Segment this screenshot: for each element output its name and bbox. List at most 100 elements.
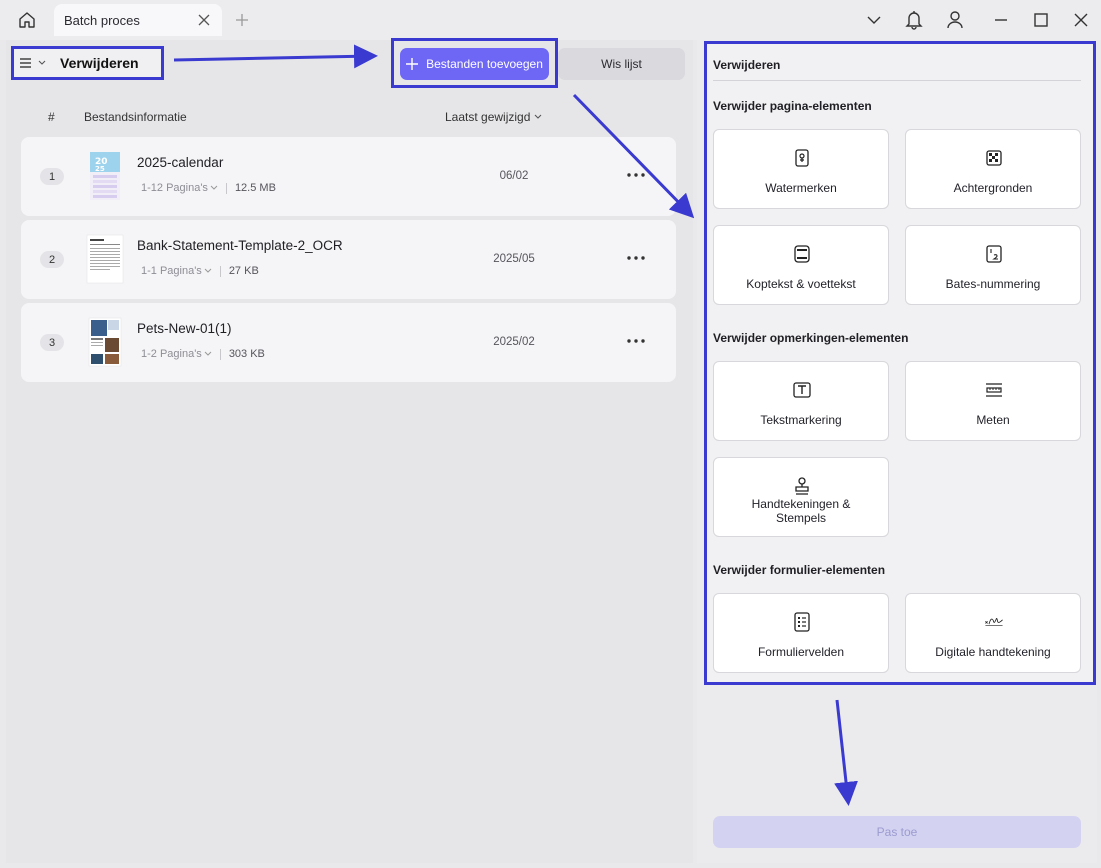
page-range-select[interactable]: 1-2 Pagina's xyxy=(141,348,202,360)
maximize-icon xyxy=(1034,13,1048,27)
file-size: 27 KB xyxy=(228,265,259,277)
background-icon xyxy=(984,148,1004,168)
option-bates-numbering[interactable]: Bates-nummering xyxy=(905,225,1081,305)
home-icon xyxy=(19,12,35,28)
more-icon xyxy=(627,339,645,343)
user-icon xyxy=(947,11,963,29)
page-range-select[interactable]: 1-1 Pagina's xyxy=(141,265,202,277)
row-number: 2 xyxy=(40,251,64,268)
tab-batch-process[interactable]: Batch proces xyxy=(54,4,222,36)
close-icon xyxy=(1074,13,1088,27)
apply-button[interactable]: Pas toe xyxy=(713,816,1081,848)
option-text-markup[interactable]: Tekstmarkering xyxy=(713,361,889,441)
option-watermarks[interactable]: Watermerken xyxy=(713,129,889,209)
file-date: 2025/05 xyxy=(493,253,535,265)
file-size: 303 KB xyxy=(228,348,265,360)
dropdown-button[interactable] xyxy=(863,9,885,31)
file-date: 06/02 xyxy=(499,170,529,182)
option-label: Achtergronden xyxy=(953,181,1033,195)
form-fields-icon xyxy=(792,612,812,632)
section-title-annotation-elements: Verwijder opmerkingen-elementen xyxy=(713,331,909,345)
watermark-icon xyxy=(792,148,812,168)
option-label: Koptekst & voettekst xyxy=(746,277,856,291)
more-icon xyxy=(627,256,645,260)
column-header-number: # xyxy=(48,110,55,124)
tab-close-button[interactable] xyxy=(196,12,212,28)
column-header-modified-label: Laatst gewijzigd xyxy=(445,110,531,124)
chevron-down-icon xyxy=(204,268,212,273)
menu-icon xyxy=(20,58,31,68)
chevron-down-icon xyxy=(867,16,881,24)
apply-label: Pas toe xyxy=(876,825,918,839)
minimize-icon xyxy=(995,19,1007,21)
measure-icon xyxy=(984,380,1004,400)
chevron-down-icon xyxy=(38,60,46,65)
chevron-down-icon xyxy=(535,114,542,119)
clear-list-label: Wis lijst xyxy=(601,57,642,71)
header-footer-icon xyxy=(792,244,812,264)
option-header-footer[interactable]: Koptekst & voettekst xyxy=(713,225,889,305)
option-signatures-stamps[interactable]: Handtekeningen & Stempels xyxy=(713,457,889,537)
file-date: 2025/02 xyxy=(493,336,535,348)
plus-icon xyxy=(406,58,419,70)
panel-title: Verwijderen xyxy=(713,58,781,72)
option-label: Handtekeningen & Stempels xyxy=(751,497,851,525)
close-icon xyxy=(198,14,210,26)
close-window-button[interactable] xyxy=(1070,9,1092,31)
text-markup-icon xyxy=(792,380,812,400)
stamp-icon xyxy=(792,476,812,496)
more-icon xyxy=(627,173,645,177)
option-label: Tekstmarkering xyxy=(760,413,842,427)
file-meta: 1-1 Pagina's 27 KB xyxy=(141,265,259,277)
row-number: 3 xyxy=(40,334,64,351)
bates-numbering-icon xyxy=(984,244,1004,264)
file-name: 2025-calendar xyxy=(137,155,224,170)
tab-title: Batch proces xyxy=(64,12,140,28)
option-label: Digitale handtekening xyxy=(935,645,1051,659)
svg-text:25: 25 xyxy=(95,165,105,173)
more-options-button[interactable] xyxy=(625,165,647,185)
account-button[interactable] xyxy=(944,9,966,31)
mode-selector[interactable]: Verwijderen xyxy=(11,46,164,80)
option-label: Watermerken xyxy=(765,181,837,195)
option-label: Meten xyxy=(976,413,1010,427)
pets-thumbnail xyxy=(88,317,122,367)
column-header-modified[interactable]: Laatst gewijzigd xyxy=(445,110,542,124)
file-size: 12.5 MB xyxy=(234,182,276,194)
clear-list-button[interactable]: Wis lijst xyxy=(558,48,685,80)
bell-icon xyxy=(905,11,923,30)
more-options-button[interactable] xyxy=(625,248,647,268)
file-name: Bank-Statement-Template-2_OCR xyxy=(137,238,343,253)
file-row[interactable]: 2 Bank-Statement-Template-2_OCR 1-1 Pagi… xyxy=(21,220,676,299)
option-digital-signature[interactable]: Digitale handtekening xyxy=(905,593,1081,673)
file-row[interactable]: 1 20 25 2025-calendar 1-12 Pagina's 12.5… xyxy=(21,137,676,216)
file-name: Pets-New-01(1) xyxy=(137,321,232,336)
bank-statement-thumbnail xyxy=(86,234,124,284)
option-measure[interactable]: Meten xyxy=(905,361,1081,441)
divider xyxy=(713,80,1081,81)
file-meta: 1-2 Pagina's 303 KB xyxy=(141,348,265,360)
page-range-select[interactable]: 1-12 Pagina's xyxy=(141,182,208,194)
mode-title: Verwijderen xyxy=(60,55,139,71)
minimize-button[interactable] xyxy=(990,9,1012,31)
title-bar: Batch proces xyxy=(0,0,1101,40)
option-label: Formuliervelden xyxy=(757,645,845,659)
chevron-down-icon xyxy=(210,185,218,190)
option-form-fields[interactable]: Formuliervelden xyxy=(713,593,889,673)
notifications-button[interactable] xyxy=(903,9,925,31)
file-meta: 1-12 Pagina's 12.5 MB xyxy=(141,182,276,194)
file-row[interactable]: 3 Pets-New-01(1) 1-2 Pagina's 303 KB 202… xyxy=(21,303,676,382)
calendar-thumbnail: 20 25 xyxy=(90,152,120,200)
option-backgrounds[interactable]: Achtergronden xyxy=(905,129,1081,209)
maximize-button[interactable] xyxy=(1030,9,1052,31)
new-tab-button[interactable] xyxy=(233,11,251,29)
more-options-button[interactable] xyxy=(625,331,647,351)
section-title-form-elements: Verwijder formulier-elementen xyxy=(713,563,886,577)
add-files-button[interactable]: Bestanden toevoegen xyxy=(400,48,549,80)
row-number: 1 xyxy=(40,168,64,185)
home-button[interactable] xyxy=(14,8,40,32)
plus-icon xyxy=(236,14,248,26)
chevron-down-icon xyxy=(204,351,212,356)
option-label: Bates-nummering xyxy=(945,277,1041,291)
column-header-info: Bestandsinformatie xyxy=(84,110,187,124)
